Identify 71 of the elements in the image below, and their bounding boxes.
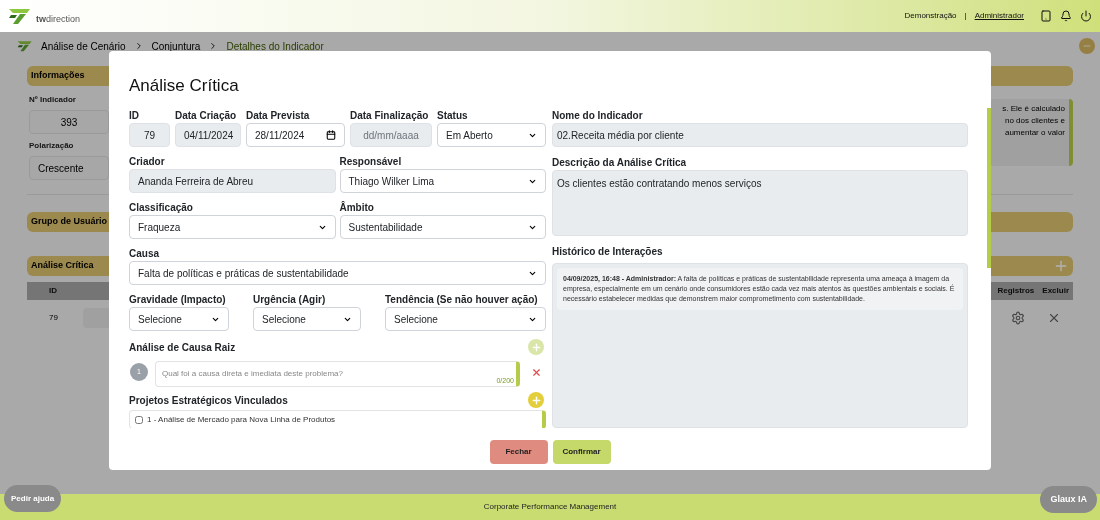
section-title: Análise Crítica	[31, 259, 94, 273]
header-link[interactable]: Administrador	[974, 10, 1024, 22]
date-field[interactable]: 28/11/2024	[246, 123, 345, 147]
logo-icon	[8, 7, 32, 25]
plus-icon	[530, 394, 542, 406]
field-label: Criador	[129, 155, 166, 169]
checkbox[interactable]	[135, 416, 143, 424]
logo-text: twdirection	[36, 13, 81, 27]
field-label: Urgência (Agir)	[253, 293, 327, 307]
notification-icon[interactable]	[1060, 10, 1072, 22]
breadcrumb-link[interactable]: Conjuntura	[151, 38, 201, 54]
field-label: Nome do Indicador	[552, 109, 644, 123]
select-field[interactable]: Selecione	[129, 307, 229, 331]
description-text: no dos clientes e	[1004, 115, 1065, 127]
breadcrumb-link[interactable]: Análise de Cenário	[41, 38, 126, 54]
column-header: Registros	[997, 285, 1035, 297]
footer-text: Corporate Performance Management	[483, 501, 617, 513]
settings-icon[interactable]	[1011, 311, 1025, 325]
text-field[interactable]: 393	[29, 110, 109, 134]
field-label: ID	[129, 109, 140, 123]
field-label: Data Prevista	[246, 109, 311, 123]
modal-title: Análise Crítica	[129, 75, 240, 97]
breadcrumb-link[interactable]: Detalhes do Indicador	[226, 38, 324, 54]
calendar-icon[interactable]	[326, 130, 336, 140]
select-field[interactable]: Sustentabilidade	[339, 215, 546, 239]
column-header: ID	[49, 285, 57, 297]
confirm-button[interactable]: Confirmar	[552, 440, 611, 464]
text-field[interactable]: 79	[129, 123, 170, 147]
field-label: Polarização	[29, 140, 75, 152]
description-text: aumentar o valor	[1004, 127, 1065, 139]
logo-icon	[17, 40, 33, 52]
description-text: s. Ele é calculado	[1002, 103, 1065, 115]
text-area[interactable]: Os clientes estão contratando menos serviços	[552, 170, 968, 236]
field-label: Análise de Causa Raiz	[129, 340, 236, 355]
select-field[interactable]: Selecione	[253, 307, 361, 331]
field-label: Histórico de Interações	[552, 245, 664, 259]
table-cell: 79	[49, 312, 58, 324]
section-title: Informações	[31, 69, 85, 83]
text-field[interactable]: Crescente	[29, 156, 109, 180]
field-label: Gravidade (Impacto)	[129, 293, 227, 307]
close-button[interactable]: Fechar	[489, 440, 548, 464]
field-label: Classificação	[129, 201, 194, 215]
text-field[interactable]: dd/mm/aaaa	[350, 123, 432, 147]
section-title: Grupo de Usuário	[31, 215, 107, 229]
field-label: Responsável	[339, 155, 403, 169]
field-label: Causa	[129, 247, 160, 261]
field-label: Data Criação	[175, 109, 238, 123]
project-label[interactable]: 1 - Análise de Mercado para Nova Linha de Produtos	[147, 414, 336, 426]
separator-text: |	[964, 10, 967, 22]
field-label: Descrição da Análise Crítica	[552, 156, 688, 170]
select-field[interactable]: Falta de políticas e práticas de sustentabilidade	[129, 261, 546, 285]
text-field[interactable]: Ananda Ferreira de Abreu	[129, 169, 336, 193]
select-field[interactable]: Em Aberto	[437, 123, 546, 147]
header-link[interactable]: Demonstração	[904, 10, 957, 22]
field-label: Status	[437, 109, 469, 123]
remove-icon[interactable]	[531, 366, 542, 378]
delete-icon[interactable]	[1047, 311, 1061, 325]
field-label: Projetos Estratégicos Vinculados	[129, 393, 288, 408]
select-field[interactable]: Fraqueza	[129, 215, 336, 239]
field-label: Tendência (Se não houver ação)	[385, 293, 539, 307]
tablet-icon[interactable]	[1040, 10, 1052, 22]
select-field[interactable]: Selecione	[385, 307, 546, 331]
column-header: Excluir	[1042, 285, 1069, 297]
field-label: Nº Indicador	[29, 94, 77, 106]
power-icon[interactable]	[1080, 10, 1092, 22]
text-field[interactable]: 04/11/2024	[175, 123, 241, 147]
text-area[interactable]: 02.Receita média por cliente	[552, 123, 968, 147]
plus-icon	[530, 341, 542, 353]
select-field[interactable]: Thiago Wilker Lima	[339, 169, 546, 193]
field-label: Data Finalização	[350, 109, 430, 123]
field-label: Âmbito	[339, 200, 375, 215]
